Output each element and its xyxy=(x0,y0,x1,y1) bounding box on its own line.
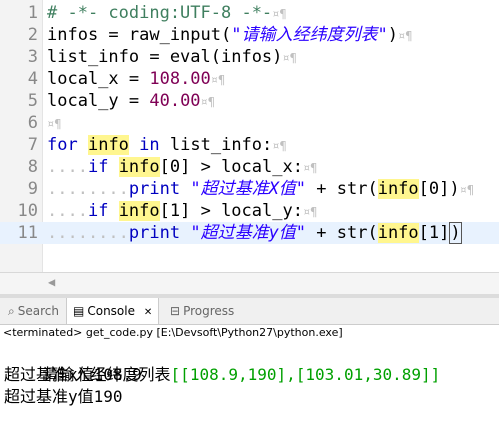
code-line-10: 10 ....if info[1] > local_y:¤¶ xyxy=(0,200,499,222)
tab-label: Progress xyxy=(183,304,235,318)
scroll-left-icon[interactable]: ◀ xyxy=(48,275,55,289)
code-text: > local_y: xyxy=(190,201,303,221)
code-text: local_y = xyxy=(47,91,150,111)
code-text: ) xyxy=(387,25,398,45)
code-line-2: 2 infos = raw_input("请输入经纬度列表")¤¶ xyxy=(0,24,499,46)
string-literal: "超过基准y值" xyxy=(190,223,307,243)
code-line-11: 11 ........print "超过基准y值" + str(info[1]) xyxy=(0,222,499,244)
string-literal: "请输入经纬度列表" xyxy=(231,25,388,45)
code-line-8: 8 ....if info[0] > local_x:¤¶ xyxy=(0,156,499,178)
tab-label: Search xyxy=(17,304,59,318)
code-line-9: 9 ........print "超过基准X值" + str(info[0])¤… xyxy=(0,178,499,200)
code-line-7: 7 for info in list_info:¤¶ xyxy=(0,134,499,156)
line-number: 2 xyxy=(27,25,38,45)
variable-highlight: info xyxy=(87,135,129,155)
variable-highlight: info xyxy=(118,157,160,177)
console-icon: ▤ xyxy=(73,304,85,318)
keyword: in xyxy=(139,135,160,155)
line-number: 3 xyxy=(27,47,38,67)
code-text: [0] xyxy=(159,157,191,177)
bracket-match: ) xyxy=(449,222,462,244)
code-text: [0]) xyxy=(418,179,460,199)
code-line-1: 1 # -*- coding:UTF-8 -*-¤¶ xyxy=(0,2,499,24)
console-user-input: [[108.9,190],[103.01,30.89]] xyxy=(170,365,441,384)
console-line: 超过基准x值108.9 xyxy=(4,365,142,384)
string-literal: "超过基准X值" xyxy=(190,179,307,199)
code-text: local_x = xyxy=(47,69,150,89)
line-number: 8 xyxy=(27,157,38,177)
tab-label: Console xyxy=(87,304,135,318)
keyword: print xyxy=(128,223,181,243)
line-number: 7 xyxy=(27,135,38,155)
variable-highlight: info xyxy=(377,223,419,243)
line-number: 10 xyxy=(17,201,38,221)
code-text: + str( xyxy=(306,223,378,243)
progress-icon: ⊟ xyxy=(170,304,181,318)
code-text: list_info = eval(infos) xyxy=(47,47,283,67)
keyword: if xyxy=(87,201,109,221)
line-number: 4 xyxy=(27,69,38,89)
panel-tab-bar: ⌕ Search ▤ Console ✕ ⊟ Progress xyxy=(0,298,499,325)
code-text: infos = raw_input( xyxy=(47,25,232,45)
number-literal: 108.00 xyxy=(149,69,211,89)
variable-highlight: info xyxy=(377,179,419,199)
code-text: [1] xyxy=(159,201,191,221)
comment: # -*- coding:UTF-8 -*- xyxy=(47,3,273,23)
keyword: for xyxy=(47,135,78,155)
line-number: 11 xyxy=(17,223,38,243)
code-text: + str( xyxy=(306,179,378,199)
horizontal-scrollbar[interactable]: ◀ xyxy=(0,272,499,295)
code-editor[interactable]: 1 # -*- coding:UTF-8 -*-¤¶ 2 infos = raw… xyxy=(0,0,499,272)
tab-console[interactable]: ▤ Console ✕ xyxy=(66,298,160,324)
variable-highlight: info xyxy=(118,201,160,221)
code-line-3: 3 list_info = eval(infos)¤¶ xyxy=(0,46,499,68)
code-line-6: 6 ¤¶ xyxy=(0,112,499,134)
number-literal: 40.00 xyxy=(149,91,201,111)
line-number: 6 xyxy=(27,113,38,133)
code-line-4: 4 local_x = 108.00¤¶ xyxy=(0,68,499,90)
console-line: 超过基准y值190 xyxy=(4,387,123,406)
line-number: 5 xyxy=(27,91,38,111)
tab-progress[interactable]: ⊟ Progress xyxy=(164,298,240,324)
line-number: 1 xyxy=(27,3,38,23)
console-output[interactable]: 请输入经纬度列表[[108.9,190],[103.01,30.89]] 超过基… xyxy=(0,342,499,422)
close-icon[interactable]: ✕ xyxy=(144,307,152,318)
search-icon: ⌕ xyxy=(8,304,15,318)
console-status: <terminated> get_code.py [E:\Devsoft\Pyt… xyxy=(3,326,343,339)
keyword: if xyxy=(87,157,109,177)
tab-search[interactable]: ⌕ Search xyxy=(2,298,65,324)
line-number: 9 xyxy=(27,179,38,199)
keyword: print xyxy=(128,179,181,199)
code-text: [1] xyxy=(418,223,450,243)
code-text: list_info: xyxy=(169,135,273,155)
code-line-5: 5 local_y = 40.00¤¶ xyxy=(0,90,499,112)
code-text: > local_x: xyxy=(190,157,303,177)
